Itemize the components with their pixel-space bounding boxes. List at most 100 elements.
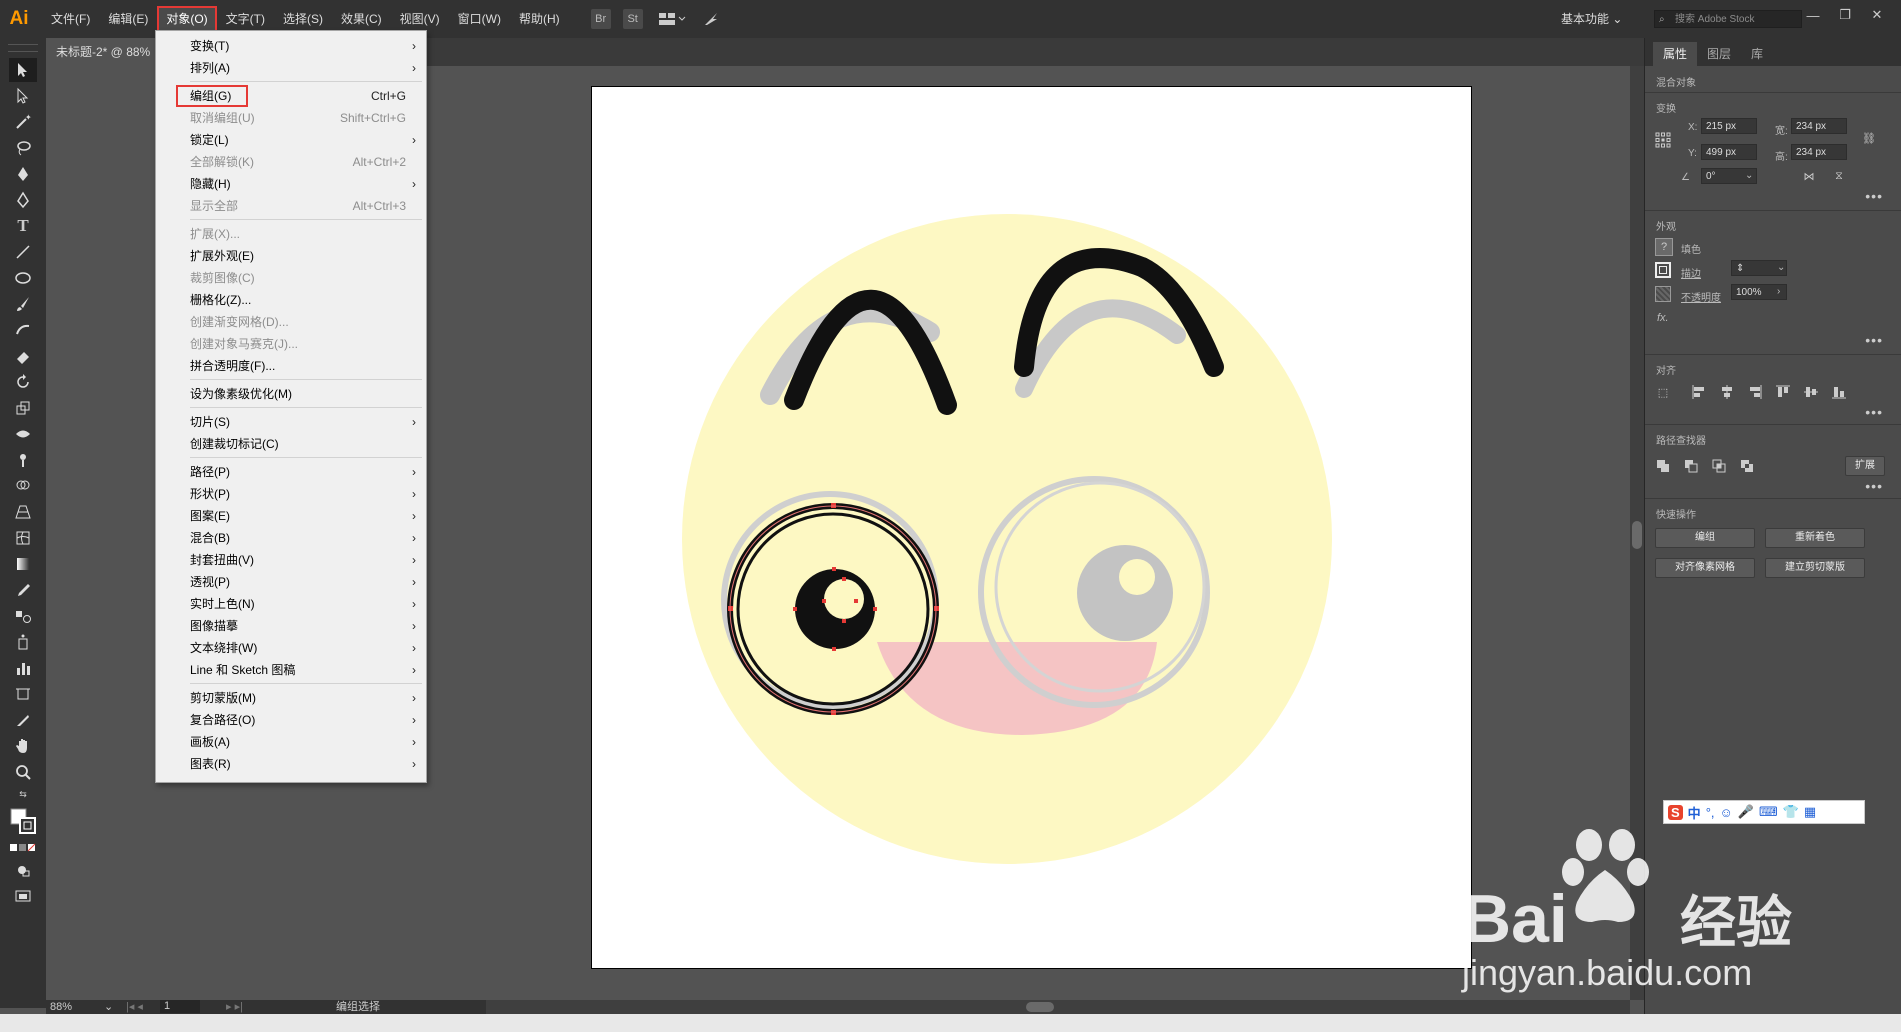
x-position-field[interactable]: 215 px <box>1701 118 1757 134</box>
minimize-button[interactable]: — <box>1797 0 1829 30</box>
quick-group-button[interactable]: 编组 <box>1655 528 1755 548</box>
appearance-more-icon[interactable]: ••• <box>1865 332 1883 348</box>
object-menu-item[interactable]: 复合路径(O) › <box>156 709 426 731</box>
object-menu-item[interactable]: 排列(A) › <box>156 57 426 79</box>
object-menu-item[interactable]: 形状(P) › <box>156 483 426 505</box>
object-menu-item[interactable]: 图案(E) › <box>156 505 426 527</box>
unite-icon[interactable] <box>1655 458 1671 474</box>
intersect-icon[interactable] <box>1711 458 1727 474</box>
rotation-dropdown-icon[interactable]: ⌄ <box>1745 170 1753 181</box>
align-right-icon[interactable] <box>1747 384 1763 400</box>
align-more-icon[interactable]: ••• <box>1865 404 1883 420</box>
zoom-dropdown-icon[interactable]: ⌄ <box>104 1000 113 1014</box>
object-menu-item[interactable]: 创建裁切标记(C) <box>156 433 426 455</box>
vertical-scroll-thumb[interactable] <box>1632 521 1642 549</box>
shaper-tool-icon[interactable] <box>9 318 37 342</box>
object-menu-item[interactable]: 拼合透明度(F)... <box>156 355 426 377</box>
ellipse-tool-icon[interactable] <box>9 266 37 290</box>
slice-tool-icon[interactable] <box>9 708 37 732</box>
opacity-expand-icon[interactable]: › <box>1777 286 1780 297</box>
rotate-tool-icon[interactable] <box>9 370 37 394</box>
object-menu-item[interactable]: 画板(A) › <box>156 731 426 753</box>
eraser-tool-icon[interactable] <box>9 344 37 368</box>
curvature-tool-icon[interactable] <box>9 188 37 212</box>
y-position-field[interactable]: 499 px <box>1701 144 1757 160</box>
scale-tool-icon[interactable] <box>9 396 37 420</box>
object-menu-item[interactable]: Line 和 Sketch 图稿 › <box>156 659 426 681</box>
symbol-sprayer-icon[interactable] <box>9 630 37 654</box>
hand-tool-icon[interactable] <box>9 734 37 758</box>
width-field[interactable]: 234 px <box>1791 118 1847 134</box>
first-page-icon[interactable]: |◂ ◂ <box>126 1000 143 1014</box>
quick-align-pixel-button[interactable]: 对齐像素网格 <box>1655 558 1755 578</box>
magic-wand-icon[interactable]: ✦ <box>9 110 37 134</box>
graph-tool-icon[interactable] <box>9 656 37 680</box>
exclude-icon[interactable] <box>1739 458 1755 474</box>
object-menu-item[interactable]: 路径(P) › <box>156 461 426 483</box>
object-menu-item[interactable]: 隐藏(H) › <box>156 173 426 195</box>
object-menu-item[interactable]: 设为像素级优化(M) <box>156 383 426 405</box>
align-top-icon[interactable] <box>1775 384 1791 400</box>
object-menu-item[interactable]: 封套扭曲(V) › <box>156 549 426 571</box>
ime-emoji-icon[interactable]: ☺ <box>1720 805 1733 820</box>
opacity-label[interactable]: 不透明度 <box>1681 289 1721 304</box>
gradient-tool-icon[interactable] <box>9 552 37 576</box>
mesh-tool-icon[interactable] <box>9 526 37 550</box>
fx-button[interactable]: fx. <box>1657 312 1669 324</box>
sogou-logo-icon[interactable]: S <box>1668 804 1683 820</box>
object-menu-item[interactable]: 栅格化(Z)... <box>156 289 426 311</box>
current-tool-status[interactable]: 编组选择 <box>336 1000 380 1014</box>
ime-chinese-mode-icon[interactable]: 中 <box>1688 803 1701 822</box>
align-to-selection-icon[interactable]: ⬚ <box>1655 384 1671 400</box>
stock-search-input[interactable]: ⌕ 搜索 Adobe Stock <box>1654 10 1802 28</box>
close-button[interactable]: ✕ <box>1861 0 1893 30</box>
arrange-documents-icon[interactable] <box>655 9 689 29</box>
pathfinder-more-icon[interactable]: ••• <box>1865 478 1883 494</box>
object-menu-item[interactable]: 文本绕排(W) › <box>156 637 426 659</box>
artboard-tool-icon[interactable] <box>9 682 37 706</box>
eyedropper-tool-icon[interactable] <box>9 578 37 602</box>
quick-make-clip-button[interactable]: 建立剪切蒙版 <box>1765 558 1865 578</box>
object-menu-item[interactable]: 剪切蒙版(M) › <box>156 687 426 709</box>
ime-skin-icon[interactable]: 👕 <box>1783 804 1799 820</box>
ime-keyboard-icon[interactable]: ⌨ <box>1759 804 1778 820</box>
width-tool-icon[interactable] <box>9 422 37 446</box>
toolbar-grip[interactable] <box>8 44 38 52</box>
object-menu-item[interactable]: 透视(P) › <box>156 571 426 593</box>
perspective-grid-icon[interactable] <box>9 500 37 524</box>
direct-selection-tool-icon[interactable] <box>9 84 37 108</box>
pathfinder-expand-button[interactable]: 扩展 <box>1845 456 1885 476</box>
gpu-performance-icon[interactable] <box>701 9 721 29</box>
selection-tool-icon[interactable] <box>9 58 37 82</box>
object-menu-item[interactable]: 图像描摹 › <box>156 615 426 637</box>
object-menu-item[interactable]: 实时上色(N) › <box>156 593 426 615</box>
flip-horizontal-icon[interactable]: ⋈ <box>1801 168 1817 184</box>
zoom-level[interactable]: 88% <box>50 1000 72 1014</box>
menu-edit[interactable]: 编辑(E) <box>99 6 157 32</box>
object-menu-item[interactable]: 图表(R) › <box>156 753 426 775</box>
stroke-label[interactable]: 描边 <box>1681 265 1701 280</box>
align-left-icon[interactable] <box>1691 384 1707 400</box>
menu-select[interactable]: 选择(S) <box>274 6 332 32</box>
puppet-warp-icon[interactable] <box>9 448 37 472</box>
tab-properties[interactable]: 属性 <box>1653 42 1698 66</box>
constrain-proportions-icon[interactable]: ⛓ <box>1861 130 1877 146</box>
menu-type[interactable]: 文字(T) <box>217 6 274 32</box>
transform-more-icon[interactable]: ••• <box>1865 188 1883 204</box>
menu-window[interactable]: 窗口(W) <box>449 6 510 32</box>
lasso-tool-icon[interactable] <box>9 136 37 160</box>
zoom-tool-icon[interactable] <box>9 760 37 784</box>
fill-swatch-icon[interactable]: ? <box>1655 238 1673 256</box>
menu-object[interactable]: 对象(O) <box>157 6 217 32</box>
blend-tool-icon[interactable] <box>9 604 37 628</box>
object-menu-item[interactable]: 锁定(L) › <box>156 129 426 151</box>
screen-mode-icon[interactable] <box>9 884 37 908</box>
horizontal-scrollbar[interactable] <box>486 1000 1630 1014</box>
right-eye-ghost-pupil[interactable] <box>1077 545 1173 641</box>
swap-fill-stroke-icon[interactable]: ⇆ <box>9 786 37 802</box>
object-menu-item[interactable]: 混合(B) › <box>156 527 426 549</box>
height-field[interactable]: 234 px <box>1791 144 1847 160</box>
object-menu-item[interactable]: 扩展外观(E) <box>156 245 426 267</box>
stroke-weight-dropdown-icon[interactable]: ⌄ <box>1777 262 1785 273</box>
type-tool-icon[interactable]: T <box>9 214 37 238</box>
